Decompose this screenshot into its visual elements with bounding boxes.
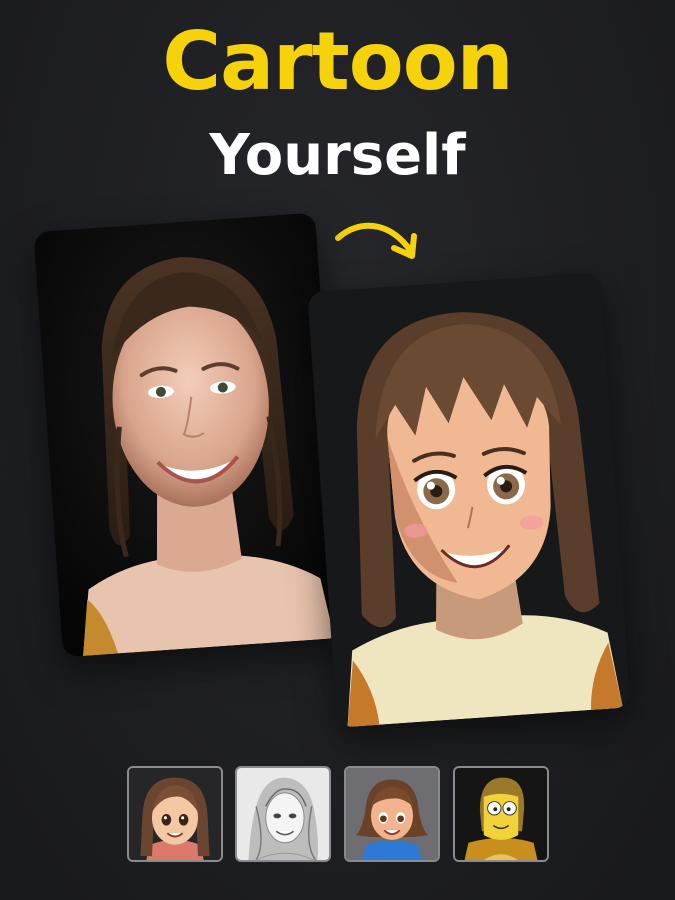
title-cartoon: Cartoon: [162, 15, 513, 108]
style-thumbnails: [127, 766, 549, 862]
style-thumb-yellow[interactable]: [453, 766, 549, 862]
curved-arrow-right-icon: [335, 222, 417, 259]
3d-cartoon-style-avatar: [346, 768, 438, 860]
cartoon-portrait: [307, 272, 631, 728]
cartoon-result-card: [307, 272, 631, 728]
anime-style-avatar: [129, 768, 221, 860]
yellow-comic-style-avatar: [455, 768, 547, 860]
title-yourself: Yourself: [209, 123, 466, 188]
style-thumb-3d[interactable]: [344, 766, 440, 862]
original-photo-card: [33, 212, 345, 658]
style-thumb-sketch[interactable]: [235, 766, 331, 862]
style-thumb-anime[interactable]: [127, 766, 223, 862]
portrait-photo: [33, 212, 345, 658]
pencil-sketch-style-avatar: [237, 768, 329, 860]
